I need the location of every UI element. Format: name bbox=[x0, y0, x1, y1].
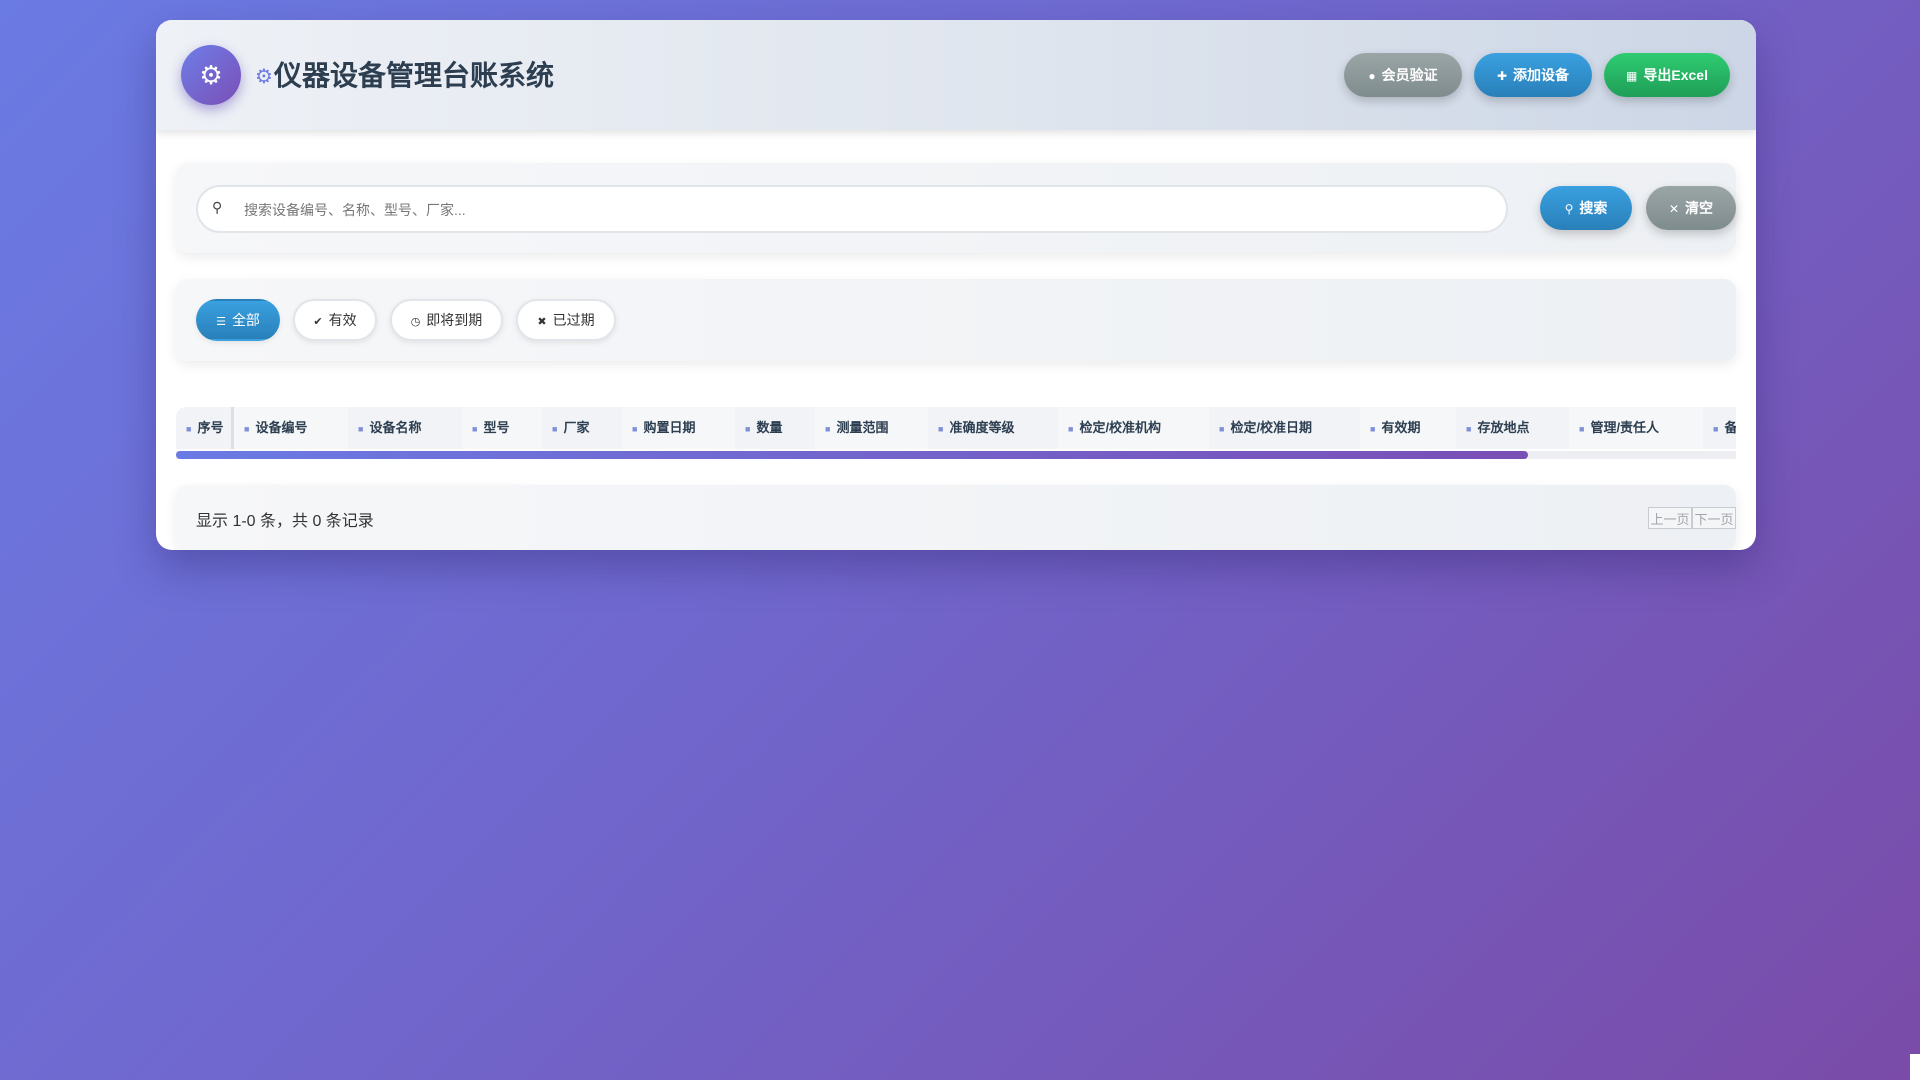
filter-expired-button[interactable]: ✖ 已过期 bbox=[516, 299, 616, 341]
sort-icon: ■ bbox=[1466, 424, 1472, 434]
column-header-label: 检定/校准日期 bbox=[1230, 420, 1313, 435]
column-header-label: 型号 bbox=[483, 420, 510, 435]
add-device-label: 添加设备 bbox=[1513, 67, 1570, 83]
sort-icon: ■ bbox=[472, 424, 478, 434]
list-icon: ☰ bbox=[216, 316, 226, 328]
filter-expired-label: 已过期 bbox=[552, 312, 595, 328]
column-header[interactable]: ■ 检定/校准日期 bbox=[1209, 407, 1360, 449]
sort-icon: ■ bbox=[938, 424, 944, 434]
app-header: ⚙ ⚙ 仪器设备管理台账系统 ● 会员验证 ✚ 添加设备 ▦ 导出Excel bbox=[156, 20, 1756, 130]
column-header[interactable]: ■ 测量范围 bbox=[815, 407, 928, 449]
sort-icon: ■ bbox=[1370, 424, 1376, 434]
sort-icon: ■ bbox=[358, 424, 364, 434]
filter-valid-button[interactable]: ✔ 有效 bbox=[293, 299, 377, 341]
member-verify-label: 会员验证 bbox=[1381, 67, 1438, 83]
search-panel: ⚲ ⚲ 搜索 ✕ 清空 bbox=[176, 163, 1736, 253]
column-header[interactable]: ■ 厂家 bbox=[542, 407, 622, 449]
column-header[interactable]: ■ 检定/校准机构 bbox=[1058, 407, 1209, 449]
filter-valid-label: 有效 bbox=[328, 312, 357, 328]
search-icon: ⚲ bbox=[212, 199, 223, 215]
next-page-button[interactable]: 下一页 bbox=[1692, 507, 1736, 529]
column-header-label: 存放地点 bbox=[1477, 420, 1530, 435]
column-header-label: 设备名称 bbox=[369, 420, 422, 435]
column-header[interactable]: ■ 购置日期 bbox=[622, 407, 735, 449]
column-header[interactable]: ■ 存放地点 bbox=[1456, 407, 1569, 449]
equipment-table: ■ 序号 ■ 设备编号 ■ 设备名称 ■ 型号 ■ 厂家 ■ 购置日期 ■ 数量 ■ 测量范围 … bbox=[176, 387, 1736, 459]
column-header-label: 有效期 bbox=[1381, 420, 1421, 435]
search-box: ⚲ bbox=[196, 185, 1508, 233]
sort-icon: ■ bbox=[825, 424, 831, 434]
page-scrollbar-corner bbox=[1910, 1054, 1920, 1080]
column-header[interactable]: ■ 备 bbox=[1703, 407, 1736, 449]
times-circle-icon: ✖ bbox=[537, 316, 547, 328]
table-header: ■ 序号 ■ 设备编号 ■ 设备名称 ■ 型号 ■ 厂家 ■ 购置日期 ■ 数量 ■ 测量范围 … bbox=[176, 407, 1736, 449]
sort-icon: ■ bbox=[244, 424, 250, 434]
column-header-label: 准确度等级 bbox=[949, 420, 1015, 435]
page-title: 仪器设备管理台账系统 bbox=[274, 60, 555, 91]
column-header[interactable]: ■ 型号 bbox=[462, 407, 542, 449]
column-header-label: 设备编号 bbox=[255, 420, 308, 435]
toolbox-icon: ⚙ bbox=[181, 45, 241, 105]
column-header-label: 数量 bbox=[756, 420, 783, 435]
column-header[interactable]: ■ 设备编号 bbox=[234, 407, 348, 449]
column-header-label: 厂家 bbox=[563, 420, 590, 435]
column-header[interactable]: ■ 设备名称 bbox=[348, 407, 462, 449]
record-count-info: 显示 1-0 条，共 0 条记录 bbox=[196, 513, 374, 530]
column-header-label: 序号 bbox=[197, 420, 224, 435]
filter-expiring-label: 即将到期 bbox=[426, 312, 483, 328]
main-container: ⚙ ⚙ 仪器设备管理台账系统 ● 会员验证 ✚ 添加设备 ▦ 导出Excel ⚲ ⚲ 搜… bbox=[156, 20, 1756, 550]
scrollbar-thumb[interactable] bbox=[176, 451, 1528, 459]
add-device-button[interactable]: ✚ 添加设备 bbox=[1474, 53, 1592, 97]
member-verify-button[interactable]: ● 会员验证 bbox=[1344, 53, 1462, 97]
sort-icon: ■ bbox=[552, 424, 558, 434]
column-header-label: 备 bbox=[1724, 420, 1736, 435]
search-icon: ⚲ bbox=[1564, 202, 1574, 216]
sort-icon: ■ bbox=[1713, 424, 1719, 434]
check-circle-icon: ✔ bbox=[313, 316, 323, 328]
sort-icon: ■ bbox=[1068, 424, 1074, 434]
plus-icon: ✚ bbox=[1496, 69, 1508, 83]
filter-expiring-button[interactable]: ◷ 即将到期 bbox=[390, 299, 503, 341]
column-header-label: 测量范围 bbox=[836, 420, 889, 435]
column-header-label: 管理/责任人 bbox=[1590, 420, 1660, 435]
filter-all-button[interactable]: ☰ 全部 bbox=[196, 299, 280, 341]
eraser-icon: ✕ bbox=[1668, 202, 1680, 216]
gear-icon: ⚙ bbox=[255, 66, 273, 88]
search-button[interactable]: ⚲ 搜索 bbox=[1540, 186, 1632, 230]
user-check-icon: ● bbox=[1368, 69, 1376, 83]
sort-icon: ■ bbox=[186, 424, 192, 434]
table-horizontal-scrollbar[interactable] bbox=[176, 451, 1736, 459]
sort-icon: ■ bbox=[1219, 424, 1225, 434]
sort-icon: ■ bbox=[1579, 424, 1585, 434]
clear-button[interactable]: ✕ 清空 bbox=[1646, 186, 1736, 230]
column-header[interactable]: ■ 序号 bbox=[176, 407, 234, 449]
column-header-label: 购置日期 bbox=[643, 420, 696, 435]
sort-icon: ■ bbox=[745, 424, 751, 434]
column-header[interactable]: ■ 管理/责任人 bbox=[1569, 407, 1703, 449]
export-excel-button[interactable]: ▦ 导出Excel bbox=[1604, 53, 1730, 97]
clock-icon: ◷ bbox=[410, 316, 421, 328]
export-excel-label: 导出Excel bbox=[1643, 67, 1708, 83]
filter-panel: ☰ 全部 ✔ 有效 ◷ 即将到期 ✖ 已过期 bbox=[176, 279, 1736, 361]
clear-button-label: 清空 bbox=[1685, 200, 1714, 216]
column-header-label: 检定/校准机构 bbox=[1079, 420, 1162, 435]
search-input[interactable] bbox=[242, 187, 1486, 233]
prev-page-button[interactable]: 上一页 bbox=[1648, 507, 1692, 529]
filter-all-label: 全部 bbox=[231, 312, 260, 328]
column-header[interactable]: ■ 准确度等级 bbox=[928, 407, 1058, 449]
file-excel-icon: ▦ bbox=[1626, 69, 1638, 83]
search-button-label: 搜索 bbox=[1579, 200, 1608, 216]
column-header[interactable]: ■ 有效期 bbox=[1360, 407, 1456, 449]
sort-icon: ■ bbox=[632, 424, 638, 434]
pagination-panel: 显示 1-0 条，共 0 条记录 上一页 下一页 bbox=[176, 485, 1736, 550]
column-header[interactable]: ■ 数量 bbox=[735, 407, 815, 449]
